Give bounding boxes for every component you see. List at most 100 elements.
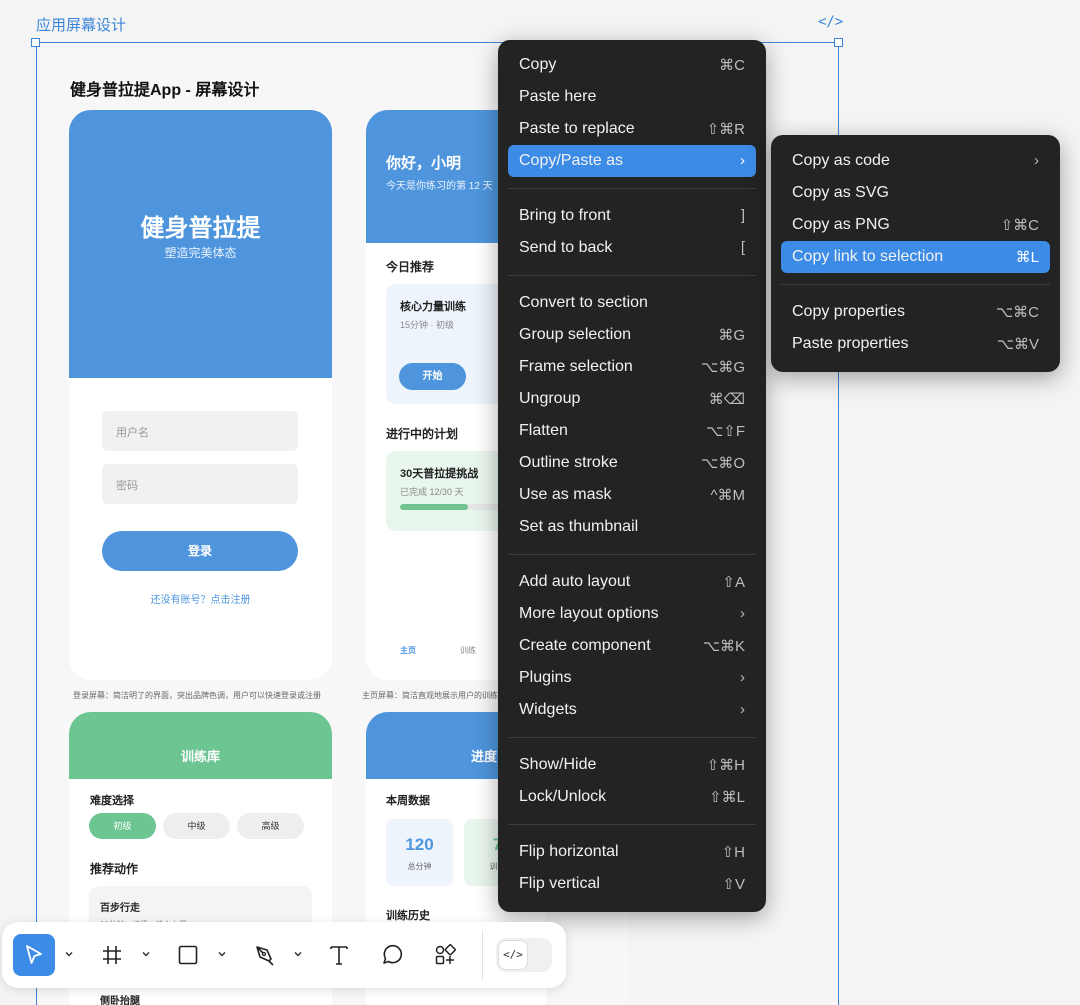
nav-home[interactable]: 主页	[400, 645, 416, 656]
plan-meta: 已完成 12/30 天	[400, 487, 464, 497]
menu-item-bring-to-front[interactable]: Bring to front]	[508, 200, 756, 232]
menu-item-lock-unlock[interactable]: Lock/Unlock ⇧⌘L	[508, 781, 756, 813]
frame-tool-chevron-down-icon[interactable]	[140, 948, 152, 960]
menu-item-label: Plugins	[519, 669, 572, 686]
level-chip-beginner[interactable]: 初级	[89, 813, 156, 839]
move-tool-chevron-down-icon[interactable]	[63, 948, 75, 960]
menu-item-shortcut: ]	[740, 207, 745, 224]
submenu-item-shortcut: ⌥⌘C	[995, 304, 1039, 321]
menu-item-outline-stroke[interactable]: Outline stroke ⌥⌘O	[508, 447, 756, 479]
submenu-item-copy-properties[interactable]: Copy properties ⌥⌘C	[781, 296, 1050, 328]
menu-separator	[508, 824, 756, 825]
resize-handle-top-left[interactable]	[31, 38, 40, 47]
menu-item-group-selection[interactable]: Group selection ⌘G	[508, 319, 756, 351]
exercise-title: 百步行走	[100, 903, 140, 914]
comment-tool[interactable]	[371, 934, 413, 976]
resize-handle-top-right[interactable]	[834, 38, 843, 47]
menu-separator	[508, 275, 756, 276]
context-menu[interactable]: Copy ⌘C Paste here Paste to replace ⇧⌘R Copy/…	[498, 40, 766, 912]
menu-item-send-to-back[interactable]: Send to back [	[508, 232, 756, 264]
menu-item-convert-to-section[interactable]: Convert to section	[508, 287, 756, 319]
submenu-item-copy-link-to-selection[interactable]: Copy link to selection ⌘L	[781, 241, 1050, 273]
login-screen[interactable]: 健身普拉提 塑造完美体态 用户名 密码 登录 还没有账号？点击注册	[69, 110, 332, 680]
cursor-arrow-icon	[26, 945, 42, 964]
level-chip-intermediate[interactable]: 中级	[163, 813, 230, 839]
login-app-title: 健身普拉提	[140, 215, 261, 242]
rectangle-icon	[178, 945, 198, 965]
menu-item-shortcut: ⇧⌘H	[706, 757, 745, 774]
submenu-item-label: Copy as SVG	[792, 184, 889, 201]
menu-item-set-as-thumbnail[interactable]: Set as thumbnail	[508, 511, 756, 543]
submenu-chevron-icon: ›	[740, 605, 745, 622]
menu-item-plugins[interactable]: Plugins ›	[508, 662, 756, 694]
login-caption: 登录屏幕：简洁明了的界面，突出品牌色调，用户可以快速登录或注册	[73, 691, 321, 700]
level-chip-advanced[interactable]: 高级	[237, 813, 304, 839]
shape-tool[interactable]	[167, 934, 209, 976]
menu-item-label: Flatten	[519, 422, 568, 439]
submenu-item-copy-as-code[interactable]: Copy as code ›	[781, 145, 1050, 177]
menu-item-shortcut: [	[740, 239, 745, 256]
comment-bubble-icon	[383, 944, 403, 964]
menu-item-shortcut: ⌥⌘K	[702, 638, 745, 655]
menu-item-label: Copy/Paste as	[519, 152, 624, 169]
login-subtitle: 塑造完美体态	[164, 246, 237, 260]
submenu-chevron-icon: ›	[1034, 152, 1039, 169]
submenu-chevron-icon: ›	[740, 701, 745, 718]
actions-tool[interactable]	[424, 934, 466, 976]
menu-item-ungroup[interactable]: Ungroup ⌘⌫	[508, 383, 756, 415]
text-tool[interactable]	[318, 934, 360, 976]
username-field[interactable]: 用户名	[102, 411, 298, 451]
menu-item-widgets[interactable]: Widgets ›	[508, 694, 756, 726]
frame-tool[interactable]	[91, 934, 133, 976]
menu-separator	[781, 284, 1050, 285]
menu-item-paste-here[interactable]: Paste here	[508, 81, 756, 113]
submenu-item-shortcut: ⌘L	[1015, 249, 1039, 266]
menu-item-flip-horizontal[interactable]: Flip horizontal ⇧H	[508, 836, 756, 868]
stat-minutes-label: 总分钟	[407, 862, 432, 871]
page-title: 健身普拉提App - 屏幕设计	[70, 82, 260, 99]
menu-item-shortcut: ⇧V	[722, 876, 745, 893]
history-title: 训练历史	[386, 910, 430, 922]
dev-mode-toggle[interactable]: </>	[496, 938, 552, 972]
start-button[interactable]: 开始	[399, 363, 466, 390]
password-field[interactable]: 密码	[102, 464, 298, 504]
menu-separator	[508, 554, 756, 555]
submenu-item-paste-properties[interactable]: Paste properties ⌥⌘V	[781, 328, 1050, 360]
plans-title: 进行中的计划	[386, 427, 459, 441]
menu-item-label: Paste to replace	[519, 120, 635, 137]
recommend-card-meta: 15分钟 · 初级	[400, 320, 455, 330]
menu-item-copy-paste-as[interactable]: Copy/Paste as ›	[508, 145, 756, 177]
shape-tool-chevron-down-icon[interactable]	[216, 948, 228, 960]
register-link[interactable]: 还没有账号？点击注册	[69, 591, 332, 606]
recommend-card-title: 核心力量训练	[400, 301, 466, 313]
submenu-item-copy-as-png[interactable]: Copy as PNG ⇧⌘C	[781, 209, 1050, 241]
menu-item-use-as-mask[interactable]: Use as mask ^⌘M	[508, 479, 756, 511]
menu-item-flip-vertical[interactable]: Flip vertical ⇧V	[508, 868, 756, 900]
submenu-chevron-icon: ›	[740, 152, 745, 169]
menu-separator	[508, 188, 756, 189]
pen-tool[interactable]	[244, 934, 286, 976]
menu-item-show-hide[interactable]: Show/Hide ⇧⌘H	[508, 749, 756, 781]
submenu-item-label: Copy as code	[792, 152, 890, 169]
library-header: 训练库	[180, 749, 220, 764]
login-button[interactable]: 登录	[102, 531, 298, 571]
menu-item-copy[interactable]: Copy ⌘C	[508, 49, 756, 81]
difficulty-title: 难度选择	[90, 795, 134, 807]
pen-tool-chevron-down-icon[interactable]	[292, 948, 304, 960]
menu-item-paste-to-replace[interactable]: Paste to replace ⇧⌘R	[508, 113, 756, 145]
submenu-item-copy-as-svg[interactable]: Copy as SVG	[781, 177, 1050, 209]
frame-label[interactable]: 应用屏幕设计	[36, 14, 126, 35]
menu-item-frame-selection[interactable]: Frame selection ⌥⌘G	[508, 351, 756, 383]
menu-item-flatten[interactable]: Flatten ⌥⇧F	[508, 415, 756, 447]
menu-item-create-component[interactable]: Create component ⌥⌘K	[508, 630, 756, 662]
menu-item-add-auto-layout[interactable]: Add auto layout ⇧A	[508, 566, 756, 598]
submenu-item-shortcut: ⇧⌘C	[1000, 217, 1039, 234]
menu-item-more-layout-options[interactable]: More layout options ›	[508, 598, 756, 630]
submenu-item-label: Copy as PNG	[792, 216, 890, 233]
move-tool[interactable]	[13, 934, 55, 976]
nav-training[interactable]: 训练	[460, 645, 476, 656]
shapes-plus-icon	[435, 944, 456, 965]
copy-paste-as-submenu[interactable]: Copy as code › Copy as SVG Copy as PNG ⇧⌘C Co…	[771, 135, 1060, 372]
menu-item-label: Copy	[519, 56, 557, 73]
code-icon[interactable]: </>	[818, 14, 843, 30]
